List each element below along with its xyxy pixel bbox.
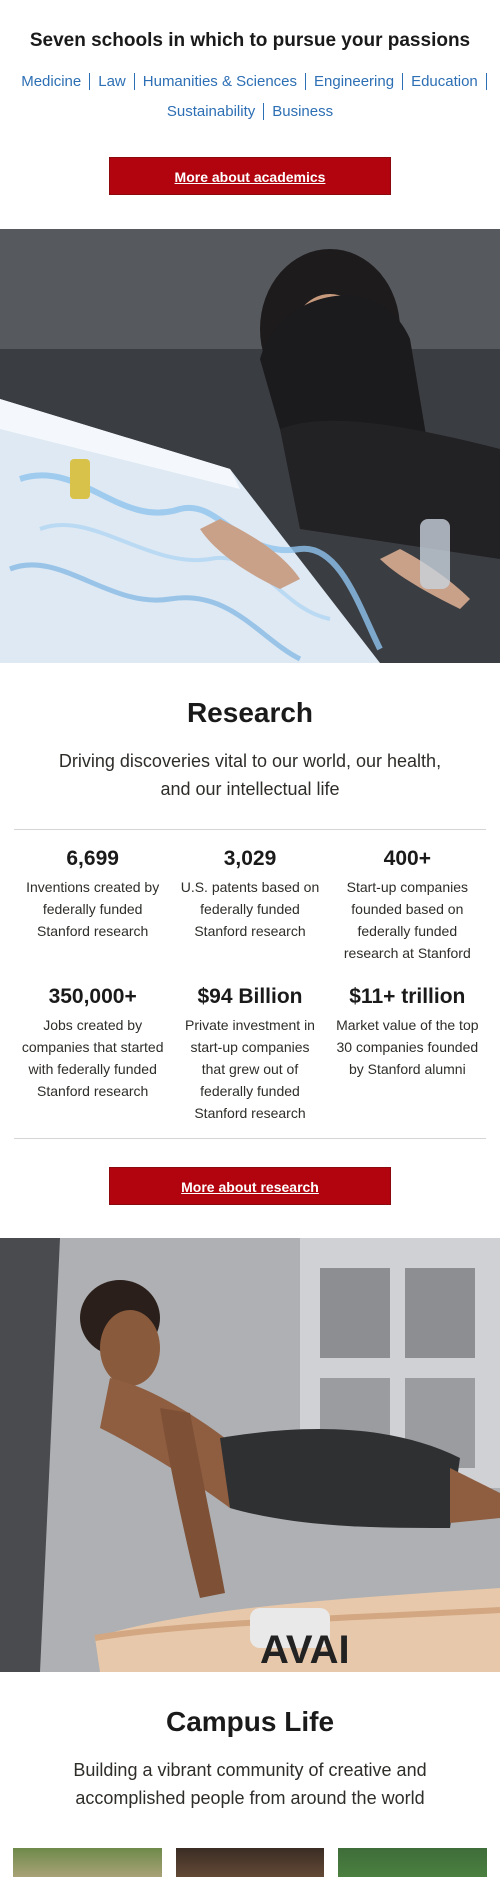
school-link-humanities-sciences[interactable]: Humanities & Sciences — [133, 73, 305, 90]
stat-description: Private investment in start-up companies… — [185, 1017, 315, 1121]
school-links: Medicine Law Humanities & Sciences Engineer… — [5, 67, 495, 127]
campus-thumbnail-track[interactable] — [338, 1848, 488, 1877]
research-stats: 6,699 Inventions created by federally fu… — [14, 829, 486, 1139]
schools-section: Seven schools in which to pursue your pa… — [0, 0, 500, 195]
stat-description: Start-up companies founded based on fede… — [343, 879, 471, 961]
stat-inventions: 6,699 Inventions created by federally fu… — [14, 844, 171, 964]
stat-description: Market value of the top 30 companies fou… — [336, 1017, 479, 1077]
pommel-horse-brand: AVAI — [260, 1628, 350, 1672]
link-divider-end — [485, 73, 487, 90]
research-subtitle: Driving discoveries vital to our world, … — [58, 751, 442, 799]
stat-startups: 400+ Start-up companies founded based on… — [329, 844, 486, 964]
campus-life-subtitle: Building a vibrant community of creative… — [73, 1760, 427, 1808]
lab-scene-illustration — [0, 229, 500, 663]
school-link-education[interactable]: Education — [402, 73, 486, 90]
campus-life-title: Campus Life — [165, 1706, 335, 1737]
research-section: Research Driving discoveries vital to ou… — [0, 663, 500, 1205]
school-link-law[interactable]: Law — [89, 73, 134, 90]
school-link-engineering[interactable]: Engineering — [305, 73, 403, 90]
stat-patents: 3,029 U.S. patents based on federally fu… — [171, 844, 328, 964]
campus-thumbnails — [13, 1848, 488, 1877]
stat-number: $11+ trillion — [349, 985, 466, 1008]
stat-jobs: 350,000+ Jobs created by companies that … — [14, 982, 171, 1124]
stat-investment: $94 Billion Private investment in start-… — [171, 982, 328, 1124]
campus-life-section: Campus Life Building a vibrant community… — [0, 1672, 500, 1877]
stat-description: Jobs created by companies that started w… — [21, 1017, 164, 1099]
gymnast-photo: AVAI — [0, 1238, 500, 1672]
more-academics-button[interactable]: More about academics — [109, 157, 391, 195]
stat-description: Inventions created by federally funded S… — [26, 879, 160, 939]
campus-thumbnail-panel[interactable] — [175, 1848, 325, 1877]
research-lab-photo — [0, 229, 500, 663]
stat-number: 3,029 — [223, 847, 277, 870]
stat-number: 350,000+ — [48, 985, 137, 1008]
school-link-sustainability[interactable]: Sustainability — [159, 103, 263, 120]
stat-number: 6,699 — [66, 847, 119, 870]
stat-market-value: $11+ trillion Market value of the top 30… — [329, 982, 486, 1124]
school-link-medicine[interactable]: Medicine — [13, 73, 89, 90]
research-title: Research — [186, 697, 314, 728]
stat-number: 400+ — [383, 847, 431, 870]
more-research-button[interactable]: More about research — [109, 1167, 391, 1205]
campus-thumbnail-outdoor-event[interactable] — [13, 1848, 162, 1877]
stat-number: $94 Billion — [197, 985, 303, 1008]
gymnast-scene-illustration: AVAI — [0, 1238, 500, 1672]
schools-title: Seven schools in which to pursue your pa… — [29, 30, 471, 51]
stat-description: U.S. patents based on federally funded S… — [180, 879, 320, 939]
school-link-business[interactable]: Business — [263, 103, 342, 120]
